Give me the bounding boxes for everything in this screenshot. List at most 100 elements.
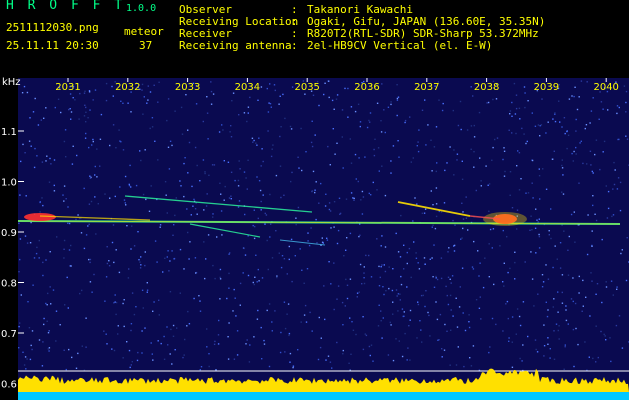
noise-dot bbox=[572, 328, 575, 331]
noise-dot bbox=[421, 212, 424, 214]
noise-dot bbox=[576, 108, 579, 111]
noise-dot bbox=[333, 201, 336, 203]
noise-dot bbox=[491, 159, 493, 161]
noise-dot bbox=[366, 126, 369, 129]
noise-dot bbox=[230, 171, 233, 173]
noise-dot bbox=[345, 249, 347, 251]
noise-dot bbox=[509, 194, 511, 196]
noise-dot bbox=[472, 95, 474, 97]
noise-dot bbox=[104, 193, 106, 195]
noise-dot bbox=[482, 286, 485, 289]
noise-dot bbox=[613, 161, 615, 164]
noise-dot bbox=[592, 195, 594, 197]
noise-dot bbox=[509, 110, 512, 112]
info-value-antenna: 2el-HB9CV Vertical (el. E-W) bbox=[307, 39, 493, 52]
noise-dot bbox=[584, 341, 586, 343]
noise-dot bbox=[489, 346, 491, 348]
noise-dot bbox=[181, 133, 184, 135]
noise-dot bbox=[23, 85, 26, 88]
noise-dot bbox=[378, 170, 380, 172]
noise-dot bbox=[48, 330, 50, 332]
noise-dot bbox=[128, 183, 130, 186]
noise-dot bbox=[573, 95, 575, 98]
noise-dot bbox=[487, 184, 489, 186]
noise-dot bbox=[243, 247, 245, 250]
noise-dot bbox=[269, 236, 271, 238]
noise-dot bbox=[541, 274, 544, 276]
noise-dot bbox=[588, 356, 590, 358]
noise-dot bbox=[111, 85, 113, 88]
noise-dot bbox=[162, 271, 164, 273]
noise-dot bbox=[434, 227, 437, 230]
noise-dot bbox=[188, 141, 191, 144]
noise-dot bbox=[303, 282, 305, 284]
noise-dot bbox=[558, 100, 560, 102]
noise-dot bbox=[146, 291, 148, 293]
y-unit-label: kHz bbox=[2, 77, 21, 88]
noise-dot bbox=[214, 277, 216, 280]
noise-dot bbox=[259, 189, 262, 192]
noise-dot bbox=[163, 335, 165, 338]
noise-dot bbox=[329, 164, 331, 166]
noise-dot bbox=[461, 178, 464, 180]
noise-dot bbox=[83, 115, 86, 117]
noise-dot bbox=[62, 194, 64, 196]
noise-dot bbox=[319, 346, 322, 349]
noise-dot bbox=[435, 301, 437, 303]
noise-dot bbox=[409, 319, 411, 321]
noise-dot bbox=[582, 305, 584, 307]
noise-dot bbox=[326, 237, 328, 239]
noise-dot bbox=[19, 238, 22, 240]
noise-dot bbox=[147, 99, 149, 101]
noise-dot bbox=[146, 282, 148, 284]
noise-dot bbox=[146, 102, 148, 104]
noise-dot bbox=[123, 299, 125, 301]
noise-dot bbox=[137, 351, 139, 354]
noise-dot bbox=[94, 196, 96, 198]
noise-dot bbox=[596, 283, 599, 285]
noise-dot bbox=[262, 194, 264, 196]
noise-dot bbox=[462, 218, 465, 220]
noise-dot bbox=[36, 246, 38, 249]
noise-dot bbox=[488, 276, 490, 278]
noise-dot bbox=[258, 137, 260, 139]
noise-dot bbox=[424, 305, 426, 308]
noise-dot bbox=[246, 188, 248, 190]
noise-dot bbox=[461, 267, 464, 269]
noise-dot bbox=[22, 143, 24, 146]
noise-dot bbox=[480, 185, 482, 187]
noise-dot bbox=[327, 355, 330, 357]
noise-dot bbox=[447, 276, 450, 278]
noise-dot bbox=[231, 100, 233, 102]
noise-dot bbox=[388, 266, 390, 268]
noise-dot bbox=[230, 198, 232, 200]
noise-dot bbox=[359, 234, 361, 236]
noise-dot bbox=[246, 339, 248, 341]
noise-dot bbox=[460, 238, 462, 240]
noise-dot bbox=[29, 358, 32, 361]
noise-dot bbox=[68, 108, 70, 111]
noise-dot bbox=[563, 117, 566, 119]
noise-dot bbox=[381, 83, 383, 85]
noise-dot bbox=[70, 265, 72, 267]
noise-dot bbox=[546, 315, 549, 318]
noise-dot bbox=[433, 244, 435, 246]
noise-dot bbox=[515, 94, 518, 96]
noise-dot bbox=[455, 297, 457, 299]
noise-dot bbox=[265, 214, 268, 216]
noise-dot bbox=[324, 205, 327, 207]
noise-dot bbox=[108, 265, 111, 267]
noise-dot bbox=[270, 106, 272, 108]
noise-dot bbox=[260, 86, 263, 88]
noise-dot bbox=[547, 337, 549, 339]
noise-dot bbox=[30, 344, 32, 347]
noise-dot bbox=[105, 99, 108, 102]
noise-dot bbox=[291, 171, 293, 174]
noise-dot bbox=[47, 332, 50, 334]
noise-dot bbox=[604, 335, 606, 337]
noise-dot bbox=[135, 306, 137, 308]
noise-dot bbox=[202, 120, 204, 123]
noise-dot bbox=[59, 324, 61, 326]
noise-dot bbox=[280, 196, 282, 199]
noise-dot bbox=[24, 356, 27, 358]
